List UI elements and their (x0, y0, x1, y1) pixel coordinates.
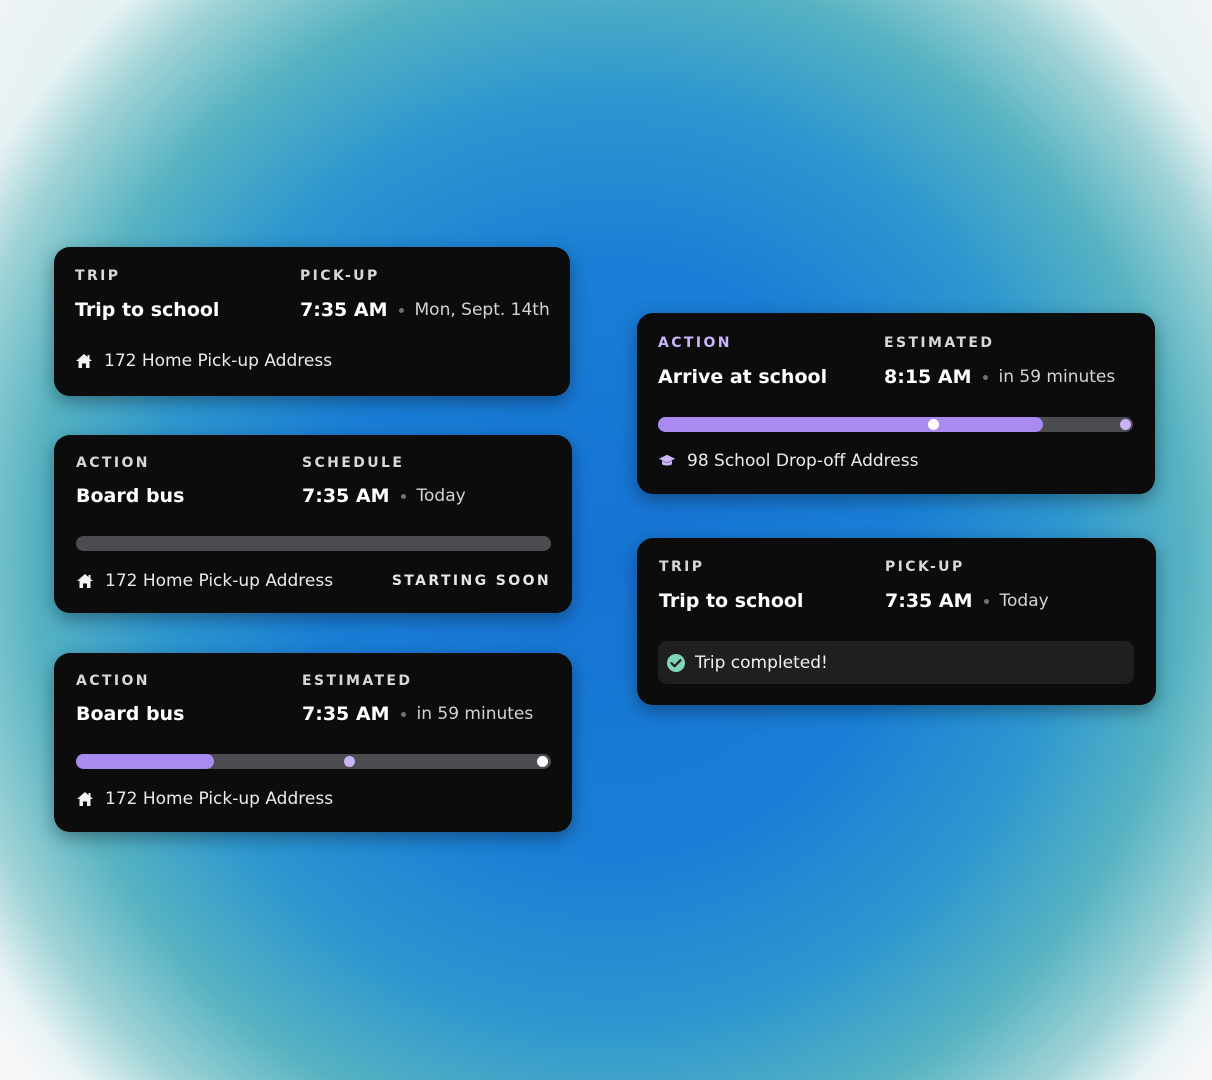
pickup-address[interactable]: 172 Home Pick-up Address (76, 789, 333, 809)
pickup-time-row: 7:35 AM Today (885, 590, 1049, 612)
pickup-time: 7:35 AM (300, 299, 388, 321)
action-label: ACTION (658, 335, 732, 351)
progress-fill (76, 754, 214, 769)
estimated-label: ESTIMATED (302, 673, 413, 689)
pickup-day: Today (999, 591, 1049, 611)
pickup-time: 7:35 AM (885, 590, 973, 612)
address-text: 172 Home Pick-up Address (104, 351, 333, 371)
separator-dot (398, 307, 404, 313)
separator-dot (982, 374, 988, 380)
bus-position-marker (928, 419, 939, 430)
trip-pickup-card[interactable]: TRIP Trip to school PICK-UP 7:35 AM Mon,… (54, 247, 570, 396)
pickup-time-row: 7:35 AM Mon, Sept. 14th (300, 299, 550, 321)
home-icon (76, 790, 94, 808)
home-icon (76, 572, 94, 590)
schedule-label: SCHEDULE (302, 455, 405, 471)
pickup-date: Mon, Sept. 14th (414, 300, 550, 320)
graduation-cap-icon (658, 452, 676, 470)
action-name: Board bus (76, 485, 185, 507)
progress-track (658, 417, 1133, 432)
home-icon (75, 352, 93, 370)
destination-marker (537, 756, 548, 767)
trip-name: Trip to school (659, 590, 804, 612)
separator-dot (400, 493, 406, 499)
separator-dot (983, 598, 989, 604)
estimated-label: ESTIMATED (884, 335, 995, 351)
trip-label: TRIP (659, 559, 705, 575)
stop-marker (344, 756, 355, 767)
check-circle-icon (666, 653, 686, 673)
pickup-address[interactable]: 172 Home Pick-up Address (75, 351, 332, 371)
estimated-time: 8:15 AM (884, 366, 972, 388)
eta-text: in 59 minutes (998, 367, 1116, 387)
trip-label: TRIP (75, 268, 121, 284)
schedule-time-row: 7:35 AM Today (302, 485, 466, 507)
completed-text: Trip completed! (695, 652, 828, 673)
address-text: 98 School Drop-off Address (687, 451, 919, 471)
progress-fill (658, 417, 1043, 432)
action-label: ACTION (76, 673, 150, 689)
board-bus-estimated-card[interactable]: ACTION Board bus ESTIMATED 7:35 AM in 59… (54, 653, 572, 832)
schedule-day: Today (416, 486, 466, 506)
estimated-time-row: 8:15 AM in 59 minutes (884, 366, 1115, 388)
progress-track (76, 754, 551, 769)
board-bus-schedule-card[interactable]: ACTION Board bus SCHEDULE 7:35 AM Today … (54, 435, 572, 613)
address-text: 172 Home Pick-up Address (105, 571, 334, 591)
schedule-time: 7:35 AM (302, 485, 390, 507)
pickup-label: PICK-UP (300, 268, 380, 284)
trip-completed-card[interactable]: TRIP Trip to school PICK-UP 7:35 AM Toda… (637, 538, 1156, 705)
trip-name: Trip to school (75, 299, 220, 321)
pickup-label: PICK-UP (885, 559, 965, 575)
estimated-time: 7:35 AM (302, 703, 390, 725)
address-text: 172 Home Pick-up Address (105, 789, 334, 809)
eta-text: in 59 minutes (416, 704, 534, 724)
action-name: Arrive at school (658, 366, 828, 388)
pickup-address[interactable]: 172 Home Pick-up Address (76, 571, 333, 591)
separator-dot (400, 711, 406, 717)
dropoff-address[interactable]: 98 School Drop-off Address (658, 451, 918, 471)
progress-track (76, 536, 551, 551)
action-label: ACTION (76, 455, 150, 471)
arrive-school-card[interactable]: ACTION Arrive at school ESTIMATED 8:15 A… (637, 313, 1155, 494)
estimated-time-row: 7:35 AM in 59 minutes (302, 703, 533, 725)
action-name: Board bus (76, 703, 185, 725)
destination-marker (1120, 419, 1131, 430)
status-badge: STARTING SOON (391, 573, 551, 589)
trip-completed-banner: Trip completed! (658, 641, 1134, 684)
